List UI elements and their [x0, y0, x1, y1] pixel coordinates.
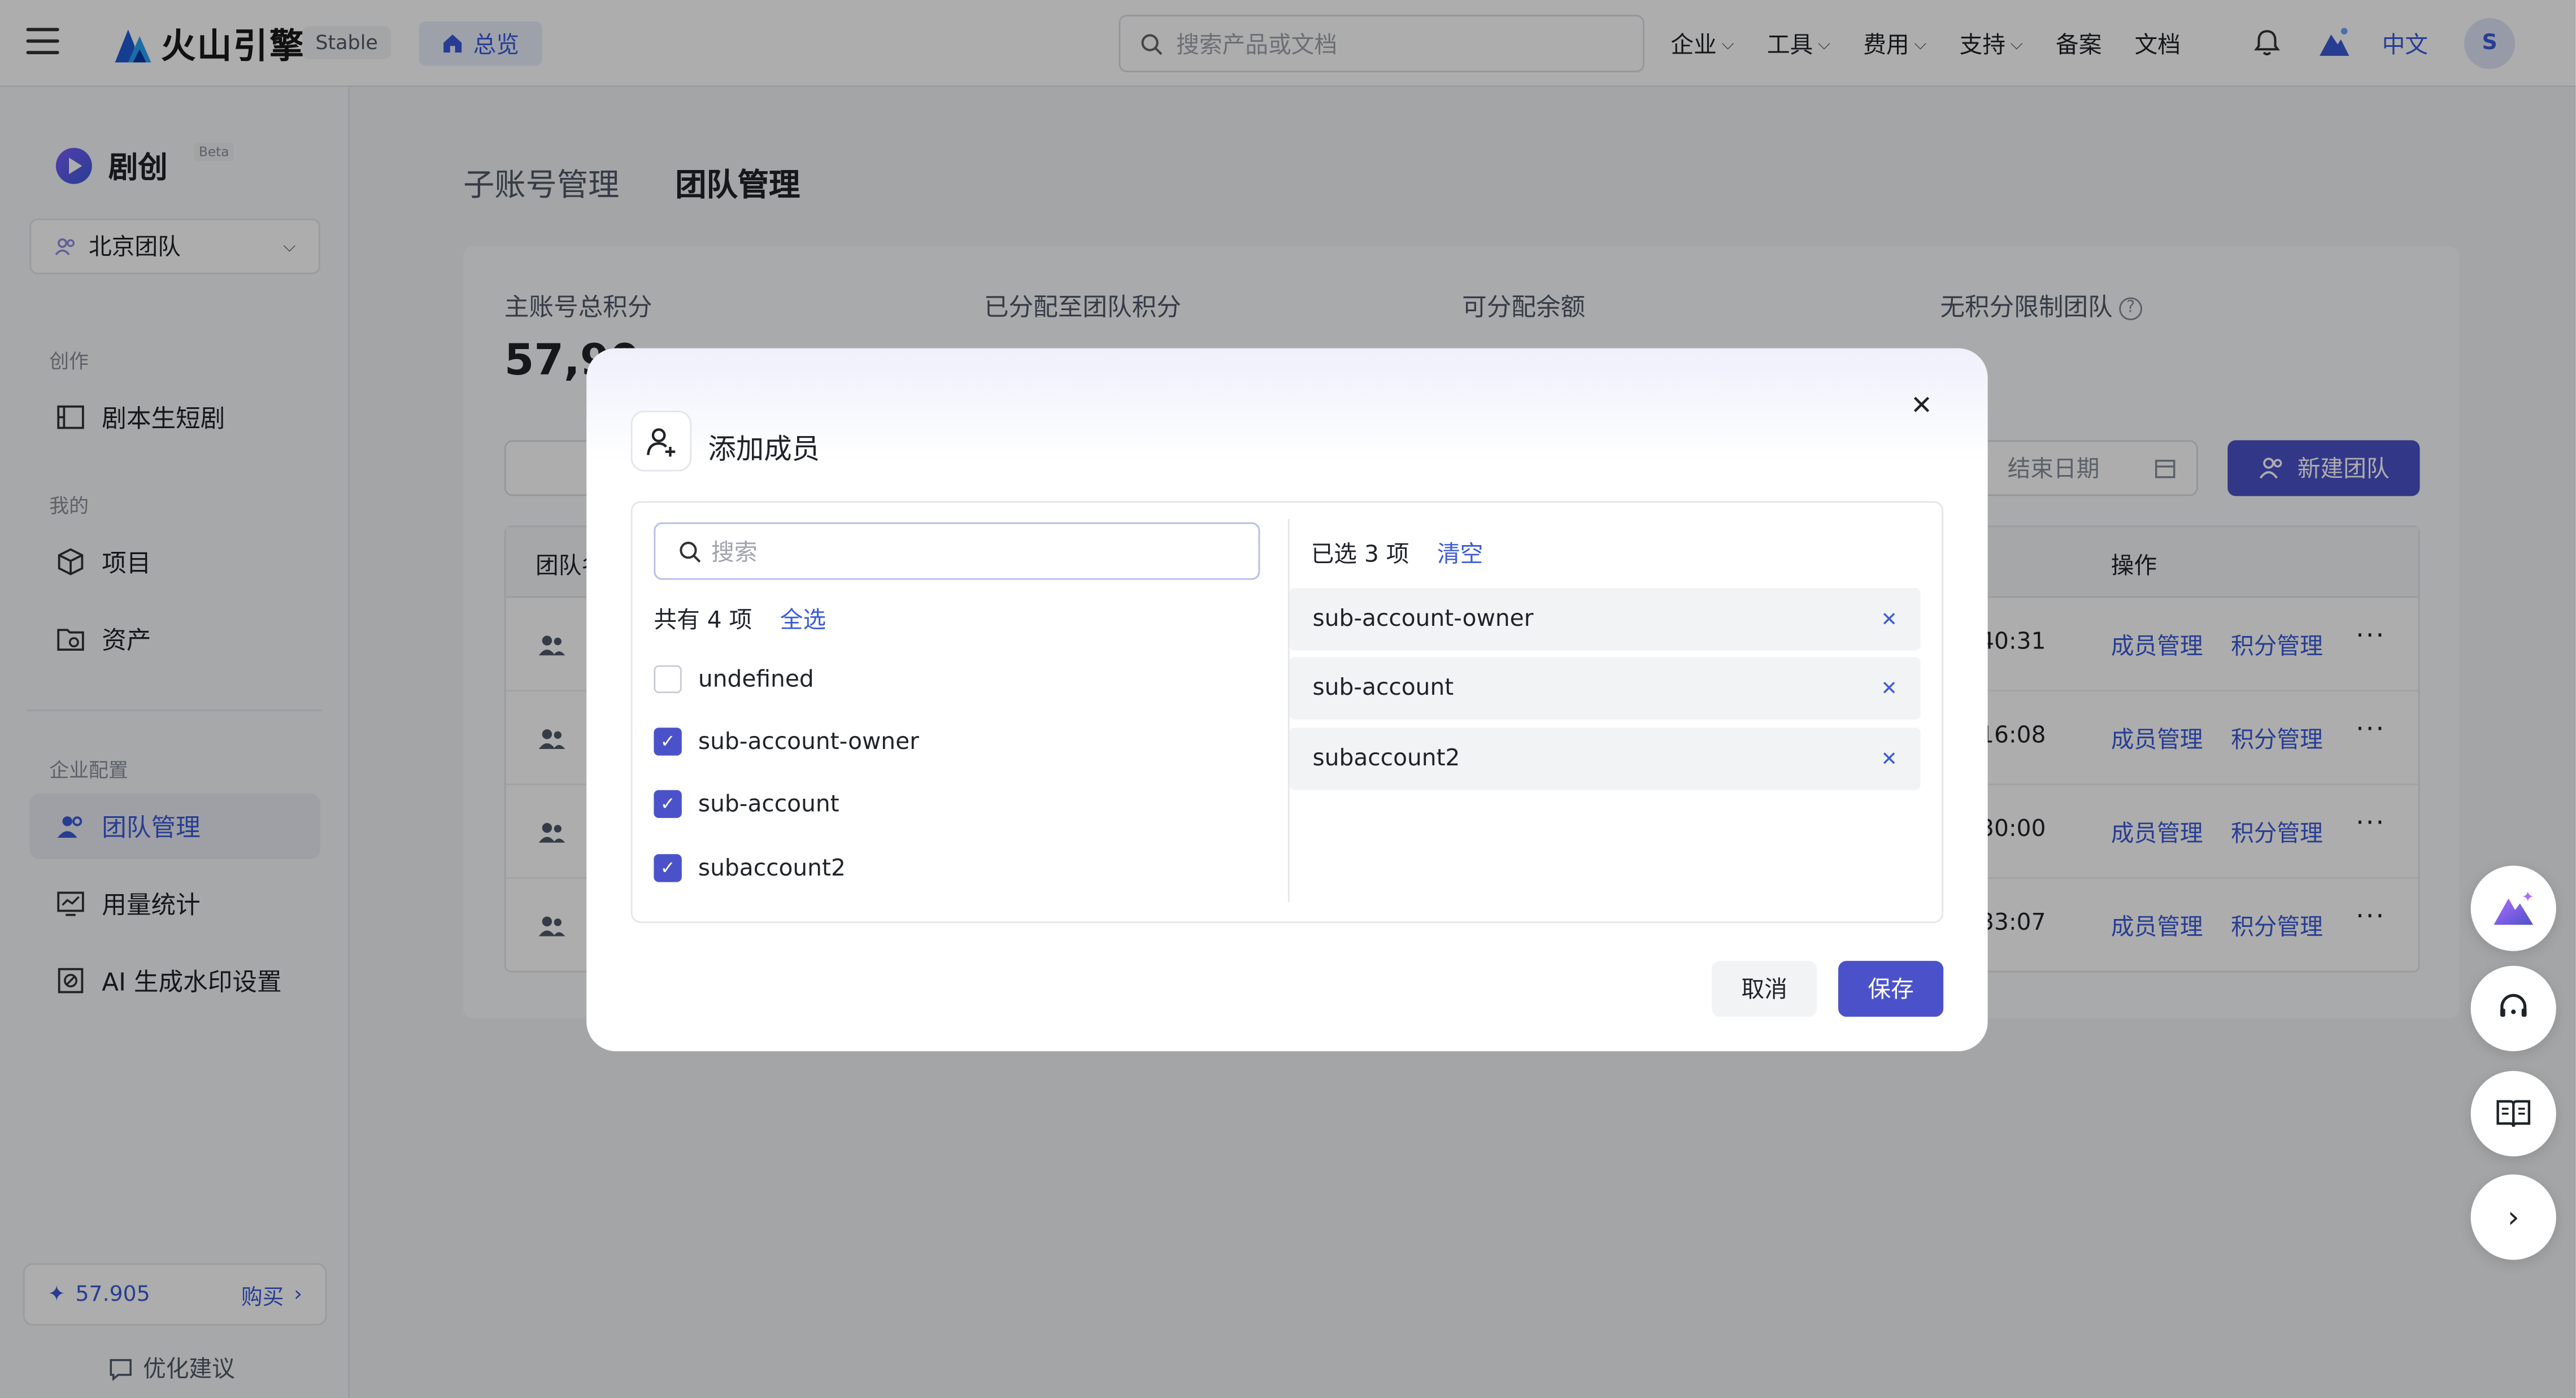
- add-user-icon: [630, 411, 692, 472]
- svg-text:✦: ✦: [2522, 889, 2534, 905]
- close-icon[interactable]: ✕: [1911, 389, 1933, 420]
- total-count: 共有 4 项: [654, 607, 752, 634]
- remove-icon[interactable]: ✕: [1881, 747, 1897, 770]
- selected-item: sub-account-owner ✕: [1289, 588, 1921, 651]
- expand-button[interactable]: ›: [2470, 1174, 2556, 1260]
- selected-item: subaccount2 ✕: [1289, 728, 1921, 790]
- selected-item-label: sub-account-owner: [1312, 606, 1534, 633]
- source-header: 共有 4 项 全选: [654, 603, 826, 635]
- checkbox-checked[interactable]: ✓: [654, 854, 682, 882]
- checkbox-checked[interactable]: ✓: [654, 790, 682, 818]
- chevron-right-icon: ›: [2507, 1200, 2520, 1235]
- member-option[interactable]: ✓ sub-account: [654, 790, 839, 818]
- add-member-dialog: ✕ 添加成员 搜索 共有 4 项 全选 undefined ✓ sub-acco…: [586, 348, 1988, 1052]
- member-option-label: sub-account: [698, 791, 839, 817]
- select-all-link[interactable]: 全选: [780, 603, 826, 635]
- remove-icon[interactable]: ✕: [1881, 608, 1897, 631]
- clear-link[interactable]: 清空: [1437, 537, 1483, 570]
- member-search-input[interactable]: 搜索: [654, 522, 1260, 580]
- ai-assistant-button[interactable]: ✦: [2470, 865, 2556, 951]
- selected-item: sub-account ✕: [1289, 657, 1921, 720]
- search-icon: [680, 541, 701, 562]
- member-option[interactable]: ✓ sub-account-owner: [654, 728, 919, 756]
- cancel-button[interactable]: 取消: [1712, 961, 1817, 1017]
- selected-count: 已选 3 项: [1311, 542, 1409, 569]
- docs-button[interactable]: [2470, 1071, 2556, 1157]
- app-root: 火山引擎 Stable 总览 搜索产品或文档 企业 ⌵ 工具 ⌵ 费用 ⌵ 支持 ⌵ 备…: [0, 0, 2576, 1398]
- customer-service-button[interactable]: [2470, 965, 2556, 1052]
- book-icon: [2496, 1100, 2531, 1127]
- member-option-label: undefined: [698, 666, 814, 693]
- checkbox-checked[interactable]: ✓: [654, 728, 682, 756]
- target-header: 已选 3 项 清空: [1311, 537, 1483, 570]
- remove-icon[interactable]: ✕: [1881, 677, 1897, 700]
- save-button[interactable]: 保存: [1838, 961, 1944, 1017]
- member-option[interactable]: ✓ subaccount2: [654, 854, 846, 882]
- ai-mountain-icon: ✦: [2494, 889, 2534, 925]
- member-option-label: sub-account-owner: [698, 728, 919, 755]
- headset-icon: [2500, 994, 2527, 1017]
- member-option[interactable]: undefined: [654, 665, 814, 694]
- transfer-panel: 搜索 共有 4 项 全选 undefined ✓ sub-account-own…: [630, 500, 1944, 924]
- selected-item-label: sub-account: [1312, 675, 1454, 702]
- member-search-placeholder: 搜索: [711, 539, 758, 566]
- member-option-label: subaccount2: [698, 855, 846, 882]
- dialog-title: 添加成员: [708, 433, 820, 467]
- selected-item-label: subaccount2: [1312, 746, 1460, 772]
- checkbox[interactable]: [654, 665, 682, 694]
